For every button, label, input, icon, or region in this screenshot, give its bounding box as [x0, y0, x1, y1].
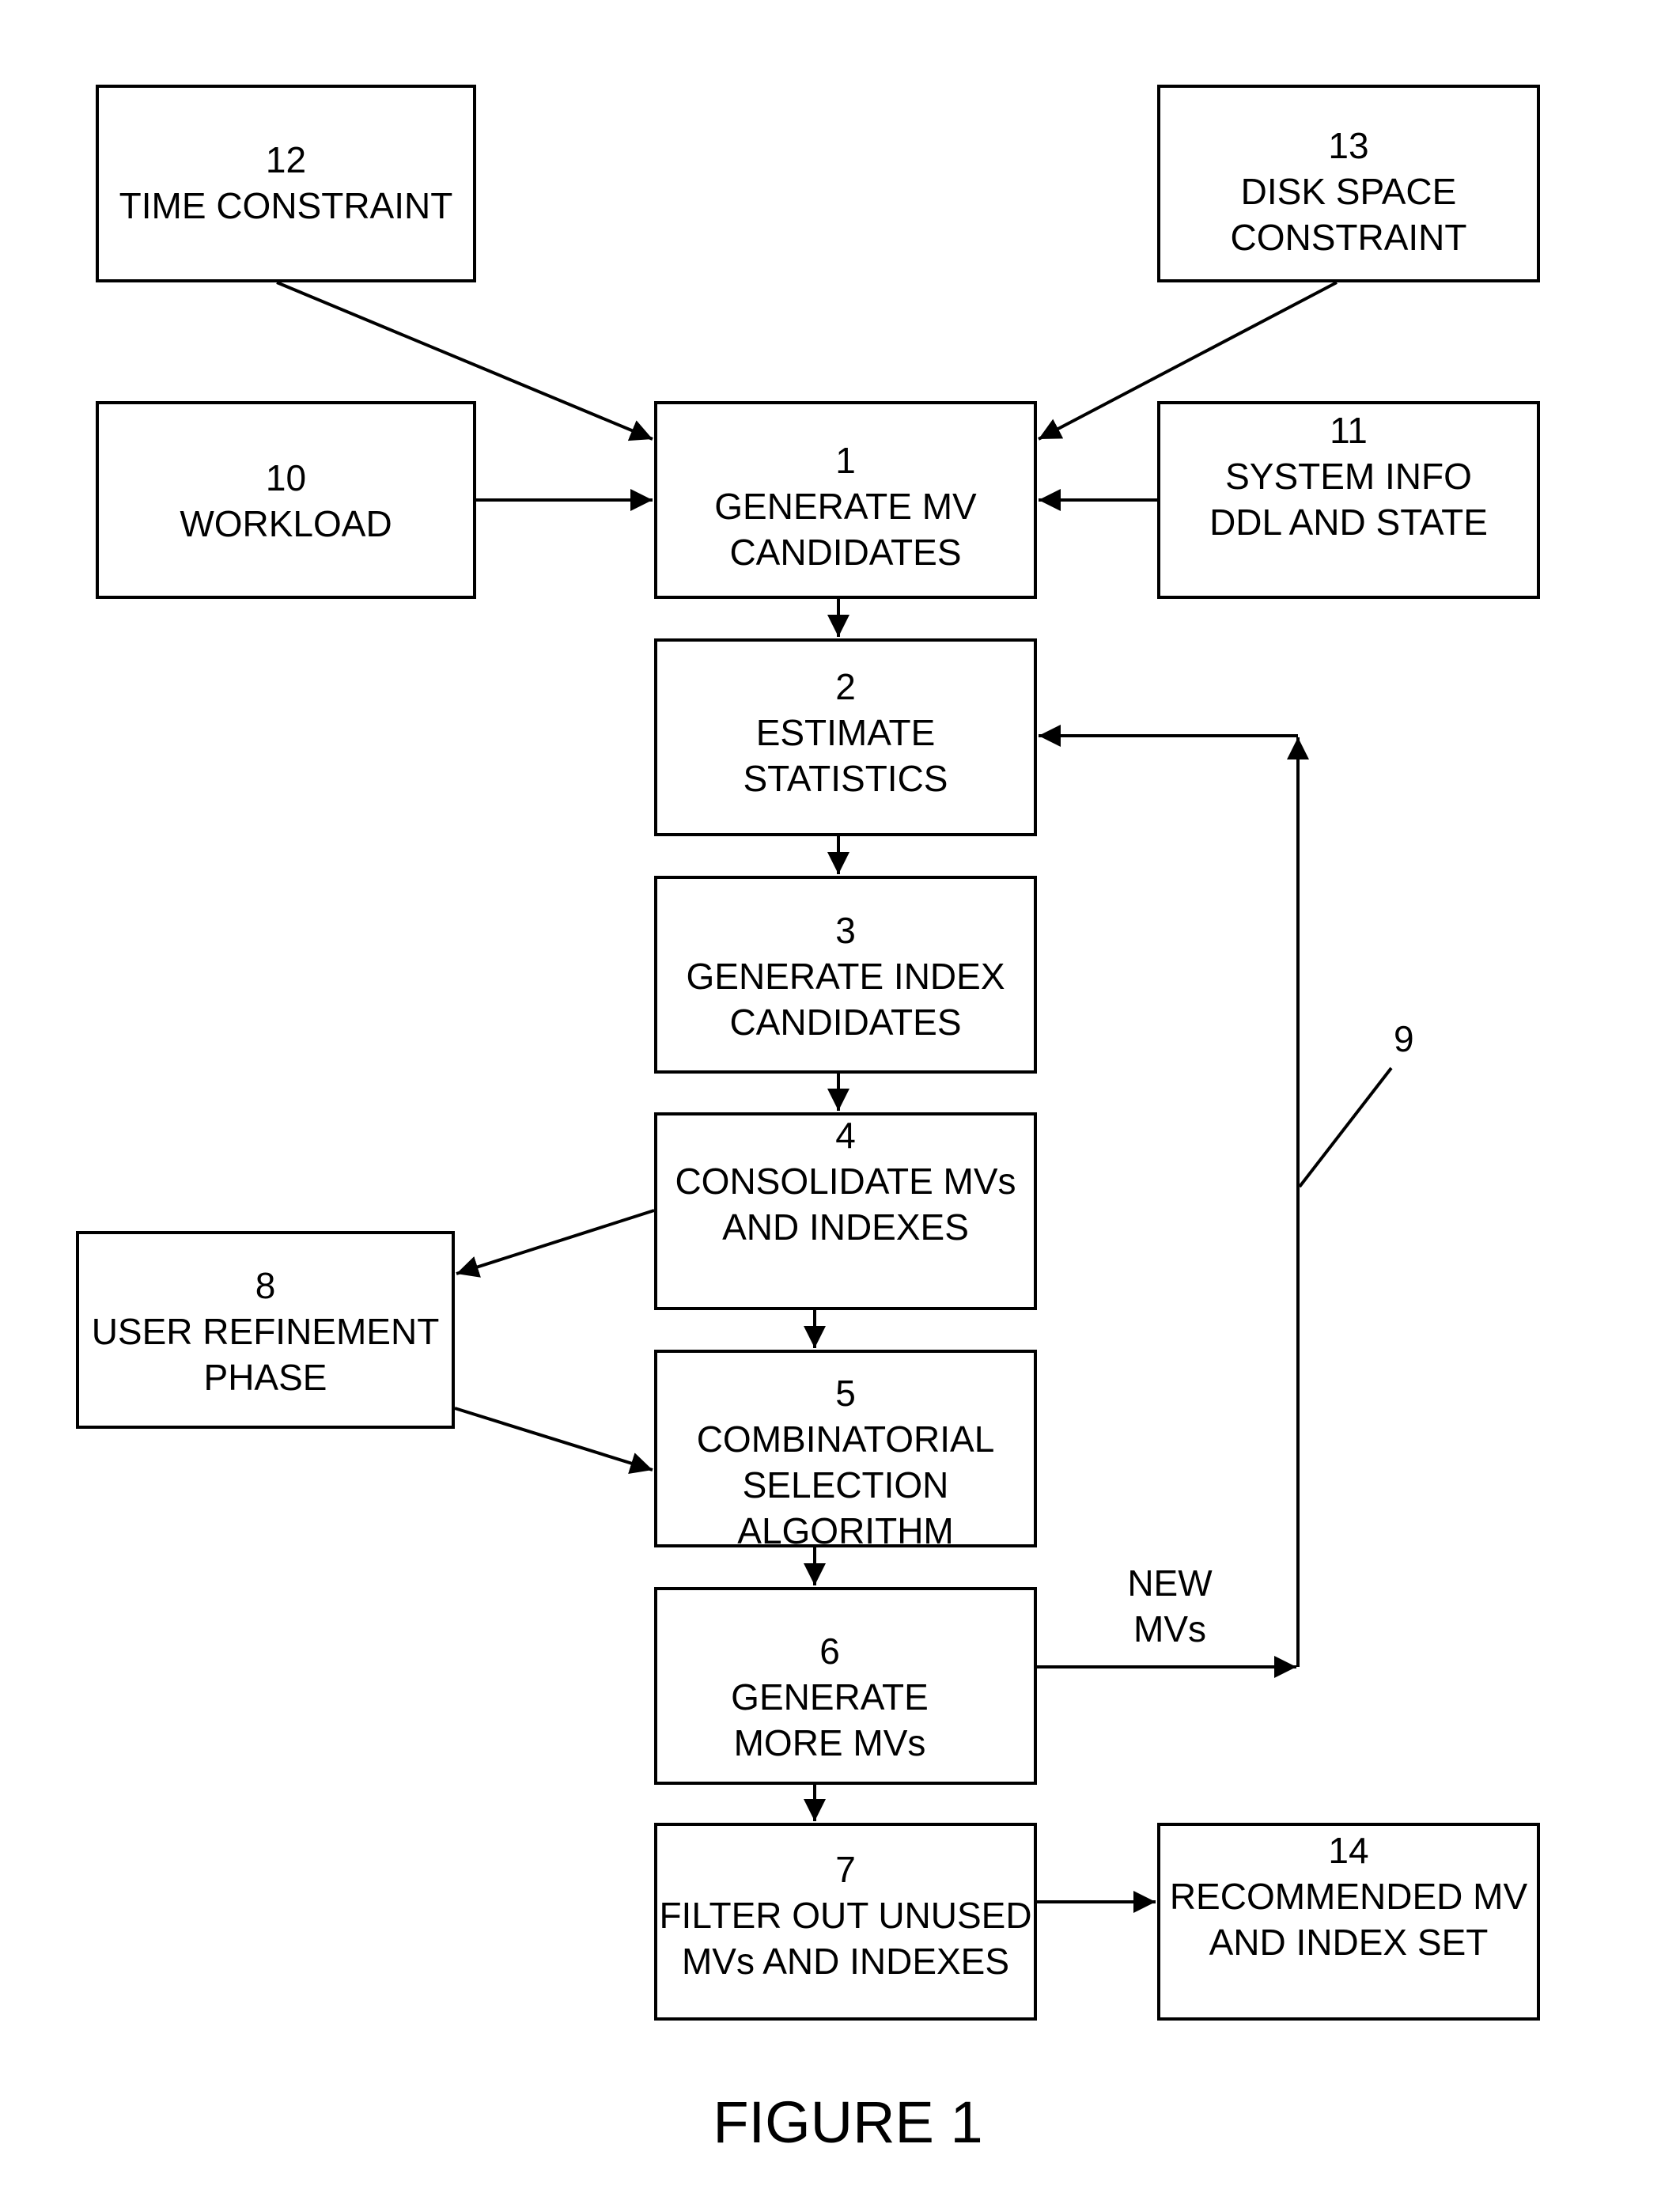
- box-number: 2: [835, 666, 856, 707]
- box-label: GENERATE: [731, 1676, 929, 1718]
- box-user-refinement: 8 USER REFINEMENT PHASE: [76, 1231, 455, 1429]
- box-number: 12: [265, 139, 307, 180]
- box-consolidate: 4 CONSOLIDATE MVs AND INDEXES: [654, 1112, 1037, 1310]
- box-label: WORKLOAD: [180, 503, 392, 544]
- box-label: CONSOLIDATE MVs: [675, 1161, 1016, 1202]
- arrow-8-to-5: [454, 1407, 653, 1475]
- box-label: USER REFINEMENT: [91, 1311, 440, 1352]
- box-label: DDL AND STATE: [1209, 502, 1488, 543]
- box-disk-space-constraint: 13 DISK SPACE CONSTRAINT: [1157, 85, 1540, 282]
- box-label: ESTIMATE: [755, 712, 936, 753]
- figure-title: FIGURE 1: [713, 2089, 983, 2155]
- box-number: 5: [835, 1373, 856, 1414]
- box-number: 3: [835, 910, 856, 951]
- box-number: 13: [1328, 125, 1369, 166]
- box-label: SYSTEM INFO: [1225, 456, 1472, 497]
- box-label: DISK SPACE: [1240, 171, 1457, 212]
- box-number: 10: [265, 457, 307, 498]
- box-label: MVs AND INDEXES: [681, 1941, 1010, 1982]
- box-workload: 10 WORKLOAD: [96, 401, 476, 599]
- box-number: 1: [835, 440, 856, 481]
- box-label: MORE MVs: [733, 1722, 926, 1763]
- box-label: COMBINATORIAL: [696, 1418, 995, 1460]
- box-number: 4: [835, 1115, 856, 1156]
- new-mvs-line-1: NEW: [1127, 1562, 1213, 1604]
- new-mvs-line-2: MVs: [1133, 1608, 1206, 1650]
- arrow-4-to-8: [456, 1209, 655, 1278]
- box-number: 6: [819, 1631, 840, 1672]
- box-label: CANDIDATES: [729, 1002, 962, 1043]
- ref-9-leader: [1298, 1066, 1393, 1188]
- box-label: GENERATE INDEX: [686, 956, 1005, 997]
- box-label: RECOMMENDED MV: [1169, 1876, 1528, 1917]
- flowchart-canvas: 12 TIME CONSTRAINT 13 DISK SPACE CONSTRA…: [0, 0, 1680, 2212]
- box-label: ALGORITHM: [737, 1510, 954, 1551]
- loop-reference-number: 9: [1394, 1018, 1414, 1059]
- box-label: STATISTICS: [743, 758, 948, 799]
- box-generate-mv-candidates: 1 GENERATE MV CANDIDATES: [654, 401, 1037, 599]
- box-label: AND INDEXES: [722, 1206, 969, 1248]
- box-generate-more-mvs: 6 GENERATE MORE MVs: [654, 1587, 1037, 1785]
- box-label: FILTER OUT UNUSED: [659, 1895, 1032, 1936]
- box-number: 8: [255, 1265, 276, 1306]
- box-generate-index-candidates: 3 GENERATE INDEX CANDIDATES: [654, 876, 1037, 1074]
- box-number: 14: [1328, 1830, 1369, 1871]
- box-label: GENERATE MV: [714, 486, 977, 527]
- new-mvs-label: NEW MVs: [1118, 1560, 1221, 1652]
- box-label: PHASE: [203, 1357, 327, 1398]
- box-time-constraint: 12 TIME CONSTRAINT: [96, 85, 476, 282]
- box-filter-unused: 7 FILTER OUT UNUSED MVs AND INDEXES: [654, 1823, 1037, 2021]
- box-recommended-set: 14 RECOMMENDED MV AND INDEX SET: [1157, 1823, 1540, 2021]
- box-number: 7: [835, 1849, 856, 1890]
- box-combinatorial-selection: 5 COMBINATORIAL SELECTION ALGORITHM: [654, 1350, 1037, 1551]
- box-number: 11: [1330, 410, 1368, 451]
- box-label: CONSTRAINT: [1230, 217, 1467, 258]
- box-label: CANDIDATES: [729, 532, 962, 573]
- box-label: SELECTION: [742, 1464, 949, 1506]
- box-estimate-statistics: 2 ESTIMATE STATISTICS: [654, 638, 1037, 836]
- box-system-info: 11 SYSTEM INFO DDL AND STATE: [1157, 401, 1540, 599]
- box-label: TIME CONSTRAINT: [119, 185, 453, 226]
- box-label: AND INDEX SET: [1209, 1922, 1489, 1963]
